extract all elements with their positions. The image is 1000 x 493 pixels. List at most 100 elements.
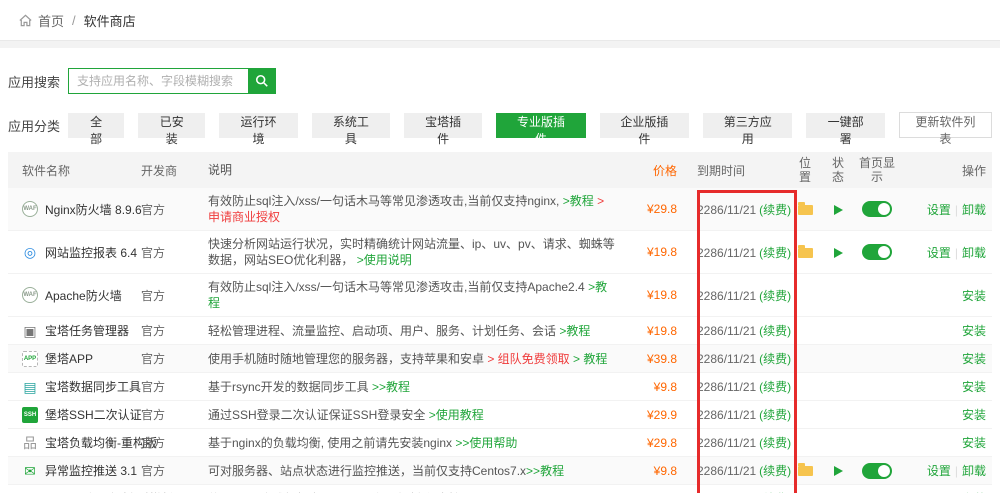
header-price: 价格 bbox=[628, 162, 683, 179]
op-link-安装[interactable]: 安装 bbox=[962, 380, 986, 394]
description-link[interactable]: >>教程 bbox=[372, 380, 410, 394]
developer: 官方 bbox=[141, 434, 208, 451]
breadcrumb-home[interactable]: 首页 bbox=[38, 11, 64, 30]
description-link[interactable]: >教程 bbox=[563, 194, 594, 208]
operations-cell: 安装 bbox=[900, 322, 992, 339]
expire-time: 2286/11/21(续费) bbox=[683, 201, 788, 218]
op-link-卸载[interactable]: 卸载 bbox=[962, 464, 986, 478]
search-icon bbox=[255, 74, 269, 88]
renew-link[interactable]: (续费) bbox=[759, 352, 791, 366]
home-display-toggle[interactable] bbox=[862, 463, 892, 479]
op-link-安装[interactable]: 安装 bbox=[962, 352, 986, 366]
update-software-list-button[interactable]: 更新软件列表 bbox=[899, 112, 992, 138]
folder-icon[interactable] bbox=[798, 466, 813, 476]
category-tab-宝塔插件[interactable]: 宝塔插件 bbox=[404, 113, 482, 138]
home-icon[interactable] bbox=[18, 13, 33, 28]
expire-date: 2286/11/21 bbox=[697, 352, 756, 366]
software-name-cell: SSH 堡塔SSH二次认证 bbox=[8, 406, 141, 423]
home-display-toggle[interactable] bbox=[862, 201, 892, 217]
developer: 官方 bbox=[141, 322, 208, 339]
expire-date: 2286/11/21 bbox=[697, 289, 756, 303]
price: ¥19.8 bbox=[628, 288, 683, 302]
operations-cell: 安装 bbox=[900, 350, 992, 367]
breadcrumb: 首页 / 软件商店 bbox=[0, 0, 1000, 40]
renew-link[interactable]: (续费) bbox=[759, 289, 791, 303]
header-operations: 操作 bbox=[900, 162, 992, 179]
op-link-安装[interactable]: 安装 bbox=[962, 408, 986, 422]
developer: 官方 bbox=[141, 406, 208, 423]
expire-date: 2286/11/21 bbox=[697, 408, 756, 422]
search-button[interactable] bbox=[248, 68, 276, 94]
table-row: ✉ 异常监控推送 3.1 官方 可对服务器、站点状态进行监控推送，当前仅支持Ce… bbox=[8, 457, 992, 485]
home-display-toggle[interactable] bbox=[862, 244, 892, 260]
home-display-cell bbox=[854, 201, 900, 217]
op-link-设置[interactable]: 设置 bbox=[927, 246, 951, 260]
expire-date: 2286/11/21 bbox=[697, 324, 756, 338]
description: 基于nginx的负载均衡, 使用之前请先安装nginx >>使用帮助 bbox=[208, 435, 628, 451]
software-name-cell: WAF Apache防火墙 bbox=[8, 287, 141, 304]
renew-link[interactable]: (续费) bbox=[759, 203, 791, 217]
software-name: 宝塔任务管理器 bbox=[45, 322, 129, 339]
description-link[interactable]: >教程 bbox=[559, 324, 590, 338]
price: ¥39.8 bbox=[628, 352, 683, 366]
category-label: 应用分类 bbox=[8, 116, 68, 135]
software-name: 宝塔数据同步工具 bbox=[45, 378, 141, 395]
op-link-安装[interactable]: 安装 bbox=[962, 289, 986, 303]
description-link[interactable]: >使用教程 bbox=[429, 408, 484, 422]
software-name-cell: ▤ 宝塔数据同步工具 bbox=[8, 378, 141, 395]
price: ¥19.8 bbox=[628, 324, 683, 338]
renew-link[interactable]: (续费) bbox=[759, 408, 791, 422]
description: 有效防止sql注入/xss/一句话木马等常见渗透攻击,当前仅支持Apache2.… bbox=[208, 279, 628, 311]
folder-icon[interactable] bbox=[798, 248, 813, 258]
category-tab-全部[interactable]: 全部 bbox=[68, 113, 124, 138]
category-tab-第三方应用[interactable]: 第三方应用 bbox=[703, 113, 792, 138]
app-icon: ✉ bbox=[22, 463, 38, 479]
breadcrumb-current: 软件商店 bbox=[84, 11, 136, 30]
description-link[interactable]: >>教程 bbox=[526, 464, 564, 478]
operations-cell: 安装 bbox=[900, 434, 992, 451]
search-input[interactable] bbox=[68, 68, 248, 94]
description-link[interactable]: > 教程 bbox=[573, 352, 607, 366]
category-tab-系统工具[interactable]: 系统工具 bbox=[312, 113, 390, 138]
renew-link[interactable]: (续费) bbox=[759, 464, 791, 478]
status-cell bbox=[822, 245, 854, 259]
renew-link[interactable]: (续费) bbox=[759, 324, 791, 338]
renew-link[interactable]: (续费) bbox=[759, 380, 791, 394]
op-link-设置[interactable]: 设置 bbox=[927, 464, 951, 478]
category-tab-已安装[interactable]: 已安装 bbox=[138, 113, 205, 138]
play-icon[interactable] bbox=[834, 248, 843, 258]
category-tab-专业版插件[interactable]: 专业版插件 bbox=[496, 113, 585, 138]
table-row: ▤ 宝塔数据同步工具 官方 基于rsync开发的数据同步工具 >>教程 ¥9.8… bbox=[8, 373, 992, 401]
position-cell bbox=[788, 202, 822, 216]
op-link-安装[interactable]: 安装 bbox=[962, 436, 986, 450]
table-row: WAF Apache防火墙 官方 有效防止sql注入/xss/一句话木马等常见渗… bbox=[8, 274, 992, 317]
category-tab-企业版插件[interactable]: 企业版插件 bbox=[600, 113, 689, 138]
op-link-安装[interactable]: 安装 bbox=[962, 324, 986, 338]
description-link[interactable]: >>使用帮助 bbox=[455, 436, 517, 450]
renew-link[interactable]: (续费) bbox=[759, 436, 791, 450]
category-tab-运行环境[interactable]: 运行环境 bbox=[219, 113, 297, 138]
op-link-卸载[interactable]: 卸载 bbox=[962, 203, 986, 217]
expire-time: 2286/11/21(续费) bbox=[683, 244, 788, 261]
position-cell bbox=[788, 245, 822, 259]
play-icon[interactable] bbox=[834, 205, 843, 215]
expire-time: 2286/11/21(续费) bbox=[683, 406, 788, 423]
expire-time: 2286/11/21(续费) bbox=[683, 350, 788, 367]
category-tab-一键部署[interactable]: 一键部署 bbox=[806, 113, 884, 138]
app-category-row: 应用分类 全部已安装运行环境系统工具宝塔插件专业版插件企业版插件第三方应用一键部… bbox=[8, 112, 992, 138]
description-link[interactable]: > 组队免费领取 bbox=[487, 352, 569, 366]
operations-cell: 设置|卸载 bbox=[900, 244, 992, 261]
play-icon[interactable] bbox=[834, 466, 843, 476]
price: ¥29.8 bbox=[628, 202, 683, 216]
op-link-卸载[interactable]: 卸载 bbox=[962, 246, 986, 260]
op-link-设置[interactable]: 设置 bbox=[927, 203, 951, 217]
software-name: 异常监控推送 3.1 bbox=[45, 462, 137, 479]
folder-icon[interactable] bbox=[798, 205, 813, 215]
description-link[interactable]: >使用说明 bbox=[357, 253, 412, 267]
renew-link[interactable]: (续费) bbox=[759, 246, 791, 260]
description: 有效防止sql注入/xss/一句话木马等常见渗透攻击,当前仅支持nginx, >… bbox=[208, 193, 628, 225]
status-cell bbox=[822, 202, 854, 216]
developer: 官方 bbox=[141, 462, 208, 479]
expire-time: 2286/11/21(续费) bbox=[683, 434, 788, 451]
table-row: ◎ 网站监控报表 6.4 官方 快速分析网站运行状况，实时精确统计网站流量、ip… bbox=[8, 231, 992, 274]
